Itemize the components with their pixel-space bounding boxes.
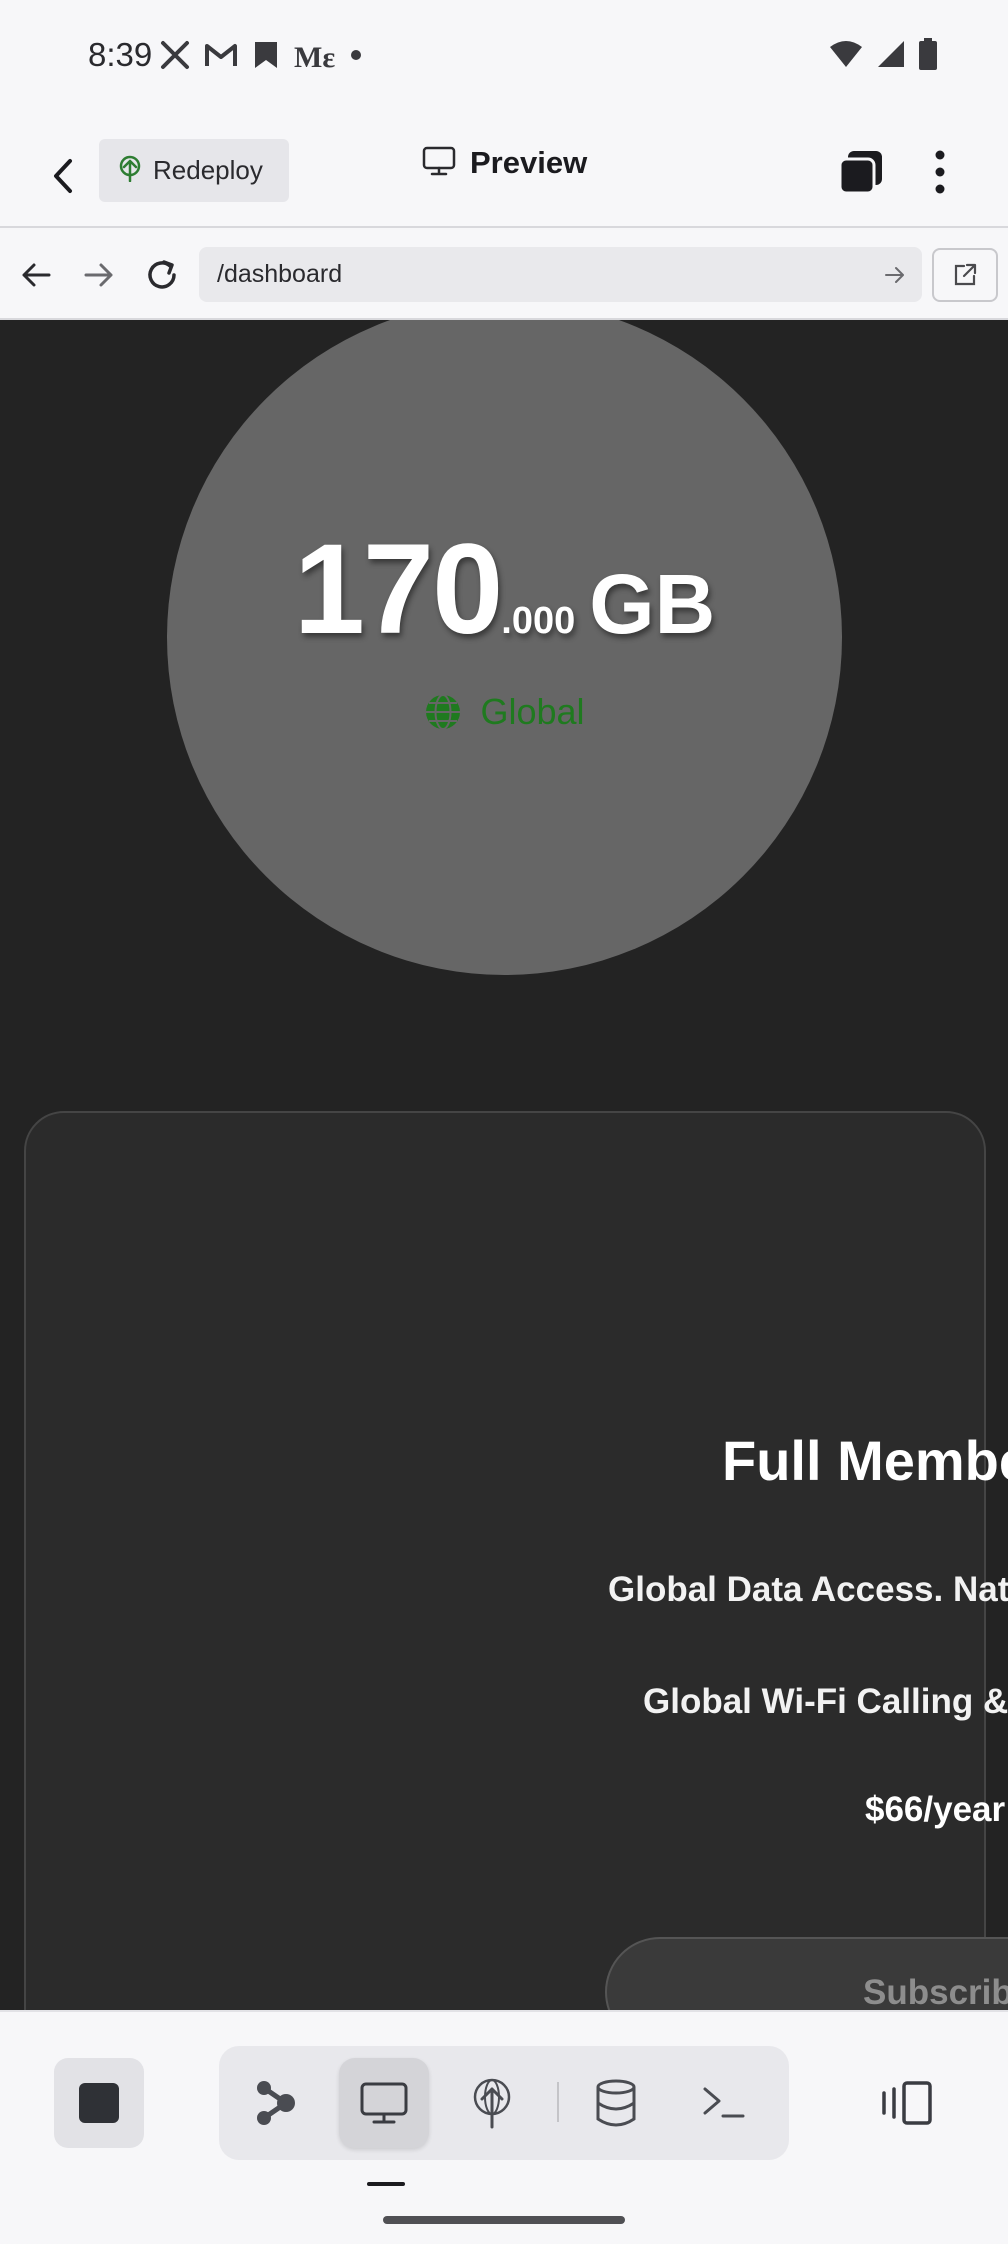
deploy-icon: [473, 2078, 511, 2129]
medium-icon: Mε: [294, 40, 336, 74]
database-button[interactable]: [571, 2058, 661, 2148]
share-graph-button[interactable]: [231, 2058, 321, 2148]
chevron-left-icon: [54, 159, 72, 193]
url-bar: [0, 230, 1008, 320]
stop-button[interactable]: [54, 2058, 144, 2148]
data-amount-decimal: .000: [501, 600, 576, 642]
tabs-button[interactable]: [836, 147, 886, 197]
subscribe-label: Subscribe: [863, 1973, 1008, 2010]
arrow-right-icon: [885, 267, 904, 283]
globe-icon: [426, 694, 461, 730]
arrow-left-icon: [22, 263, 51, 287]
toolbar-divider: [557, 2082, 559, 2122]
status-time: 8:39: [88, 36, 153, 73]
plan-feature-data: Global Data Access. Nati: [608, 1570, 1008, 1609]
plan-feature-calling: Global Wi-Fi Calling & S: [643, 1682, 1008, 1721]
tabs-icon: [838, 151, 882, 195]
desktop-preview-button[interactable]: [339, 2058, 429, 2148]
notification-icons: Mε: [160, 40, 363, 75]
plan-card: [24, 1111, 986, 2010]
stop-icon: [79, 2083, 119, 2123]
nav-forward-button[interactable]: [76, 252, 122, 298]
terminal-icon: [703, 2087, 745, 2118]
system-icons: [828, 38, 938, 75]
preview-label: Preview: [470, 145, 588, 180]
bookmark-icon: [252, 40, 280, 75]
dot-icon: [349, 48, 363, 67]
home-indicator[interactable]: [383, 2216, 625, 2224]
external-link-icon: [954, 263, 977, 286]
back-button[interactable]: [38, 151, 88, 201]
bottom-toolbar: [0, 2010, 1008, 2244]
gmail-icon: [204, 41, 238, 74]
x-icon: [160, 40, 190, 75]
side-panel-icon: [882, 2081, 932, 2125]
arrow-right-icon: [84, 263, 113, 287]
open-external-button[interactable]: [932, 248, 998, 302]
plan-price: $66/year: [865, 1790, 1006, 1829]
terminal-button[interactable]: [679, 2058, 769, 2148]
nav-back-button[interactable]: [13, 252, 59, 298]
region-indicator: Global: [167, 691, 842, 733]
preview-title: Preview: [422, 145, 587, 181]
url-input[interactable]: [199, 247, 922, 302]
data-amount-unit: GB: [589, 557, 716, 651]
url-go-button[interactable]: [878, 258, 912, 292]
deploy-button[interactable]: [447, 2058, 537, 2148]
reload-button[interactable]: [139, 252, 185, 298]
desktop-preview-icon: [360, 2082, 408, 2124]
plan-title: Full Membe: [722, 1429, 1008, 1492]
redeploy-label: Redeploy: [153, 155, 263, 185]
subscribe-button[interactable]: Subscribe: [605, 1937, 1008, 2010]
panel-toggle-button[interactable]: [872, 2058, 942, 2148]
monitor-icon: [422, 146, 456, 181]
wifi-icon: [828, 39, 864, 74]
preview-viewport[interactable]: 170.000 GB Global Full Membe Global Data …: [0, 320, 1008, 2010]
data-usage-circle: 170.000 GB Global: [167, 320, 842, 975]
share-graph-icon: [257, 2081, 295, 2125]
data-amount-integer: 170: [293, 518, 504, 661]
reload-icon: [148, 260, 176, 289]
database-icon: [596, 2079, 636, 2127]
tool-group: [219, 2046, 789, 2160]
redeploy-button[interactable]: Redeploy: [99, 139, 289, 202]
more-menu-button[interactable]: [925, 147, 955, 197]
active-tab-indicator: [367, 2182, 405, 2186]
deploy-icon: [117, 154, 143, 187]
region-label: Global: [480, 691, 585, 732]
data-amount: 170.000 GB: [167, 516, 842, 663]
status-bar: 8:39 Mε: [0, 0, 1008, 115]
battery-icon: [918, 38, 938, 75]
signal-icon: [876, 39, 906, 74]
app-header: Redeploy Preview: [0, 115, 1008, 228]
more-vertical-icon: [935, 150, 945, 194]
